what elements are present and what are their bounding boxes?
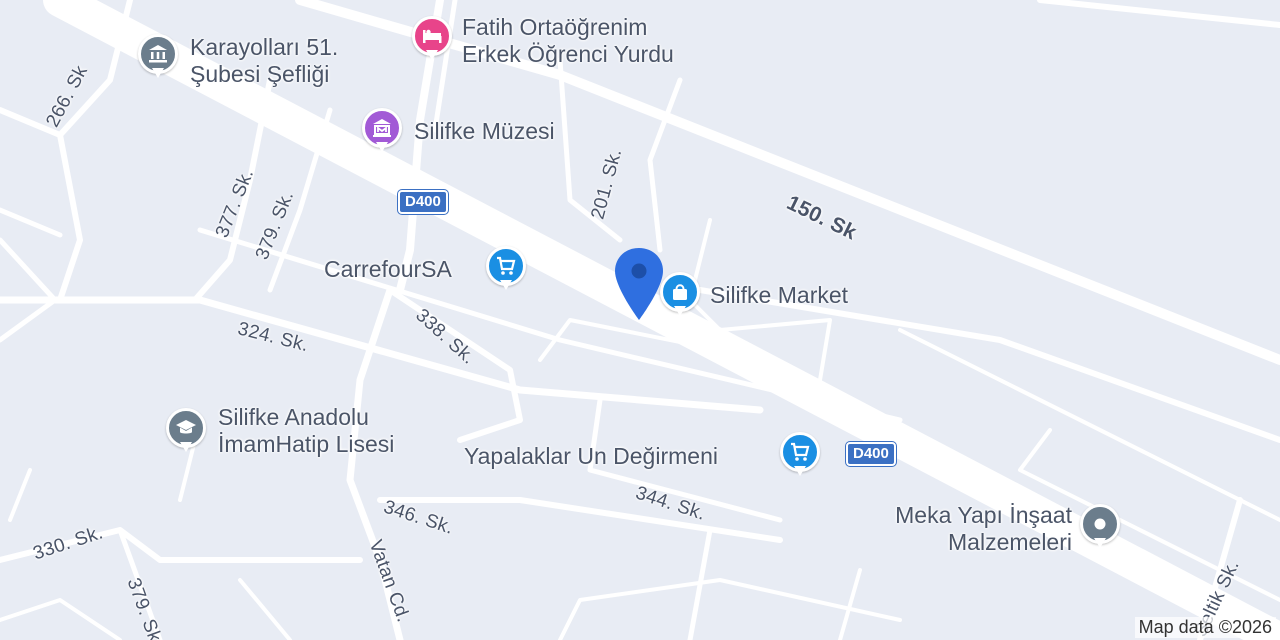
- poi-label[interactable]: Meka Yapı İnşaat Malzemeleri: [858, 502, 1072, 556]
- highway-shield: D400: [846, 442, 896, 466]
- shopping-poi-marker[interactable]: [780, 432, 820, 480]
- poi-label[interactable]: Silifke Market: [710, 282, 848, 309]
- school-poi-marker[interactable]: [166, 408, 206, 456]
- map-attribution[interactable]: Map data ©2026: [1134, 617, 1276, 638]
- graduation-cap-icon: [176, 420, 196, 434]
- poi-label[interactable]: CarrefourSA: [324, 256, 452, 283]
- lodging-poi-marker[interactable]: [412, 16, 452, 64]
- generic-poi-marker[interactable]: [1080, 504, 1120, 552]
- highway-shield: D400: [398, 190, 448, 214]
- map-canvas[interactable]: D400 D400 266. Sk 150. Sk 201. Sk. 377. …: [0, 0, 1280, 640]
- shopping-bag-icon: [673, 284, 687, 300]
- shopping-poi-marker[interactable]: [660, 272, 700, 320]
- poi-label[interactable]: Silifke Anadolu İmamHatip Lisesi: [218, 404, 394, 458]
- generic-place-icon: [1094, 518, 1106, 530]
- poi-label[interactable]: Karayolları 51. Şubesi Şefliği: [190, 34, 338, 88]
- shopping-cart-icon: [497, 256, 516, 275]
- poi-label[interactable]: Yapalaklar Un Değirmeni: [464, 443, 718, 470]
- government-poi-marker[interactable]: [138, 34, 178, 82]
- government-building-icon: [149, 45, 167, 63]
- location-pin-icon[interactable]: [612, 246, 666, 322]
- shopping-cart-icon: [791, 442, 810, 461]
- bed-icon: [423, 29, 442, 43]
- museum-poi-marker[interactable]: [362, 108, 402, 156]
- poi-label[interactable]: Fatih Ortaöğrenim Erkek Öğrenci Yurdu: [462, 14, 674, 68]
- poi-label[interactable]: Silifke Müzesi: [414, 118, 555, 145]
- museum-icon: [373, 119, 391, 137]
- shopping-poi-marker[interactable]: [486, 246, 526, 294]
